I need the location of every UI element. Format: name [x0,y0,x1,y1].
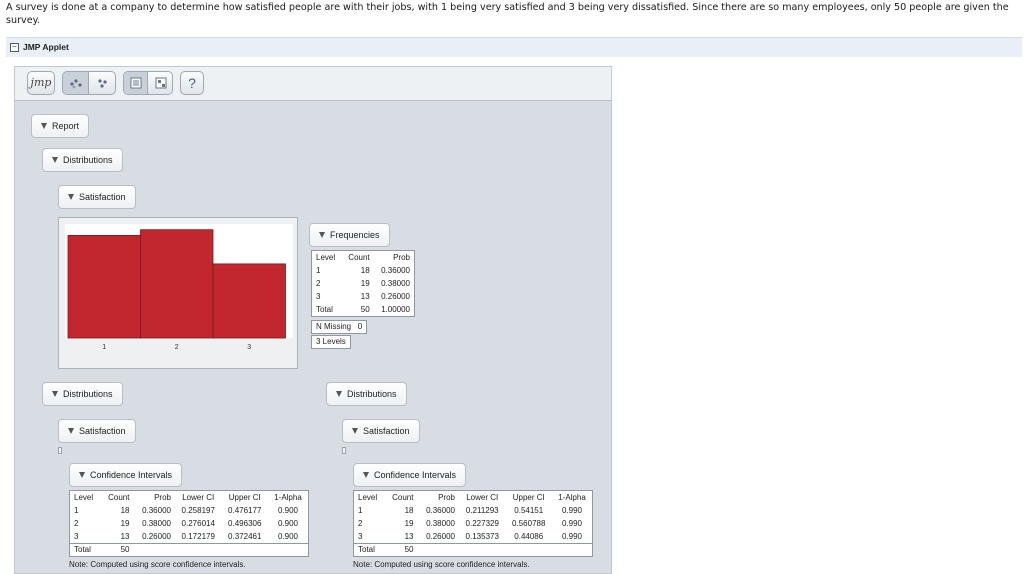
distributions-outline-node-2[interactable]: Distributions [42,382,123,406]
col-header: 1-Alpha [274,493,302,502]
resize-handle[interactable] [342,447,346,454]
disclosure-triangle-icon [336,391,342,397]
distributions-outline-node[interactable]: Distributions [42,148,123,172]
table-row: 3 13 0.26000 0.135373 0.44086 0.990 [358,531,582,541]
ci-note-left: Note: Computed using score confidence in… [69,560,246,569]
table-row: Total 50 [354,542,592,556]
points-view-button[interactable] [90,72,116,94]
confidence-intervals-table-left: Level Count Prob Lower CI Upper CI 1-Alp… [69,490,309,557]
col-header: Level [358,493,378,502]
col-header: Prob [154,493,171,502]
table-row: 2 19 0.38000 [316,279,410,288]
histogram-chart: 1 2 3 [58,217,298,369]
confidence-intervals-outline-node[interactable]: Confidence Intervals [69,463,183,487]
disclosure-triangle-icon [79,472,85,478]
col-header: 1-Alpha [558,493,586,502]
col-header: Upper CI [512,493,545,502]
list-icon [130,77,142,89]
disclosure-triangle-icon [52,391,58,397]
table-row: 1 18 0.36000 0.211293 0.54151 0.990 [358,506,582,515]
help-button[interactable]: ? [180,71,204,95]
grid-view-button[interactable] [149,72,173,94]
list-view-button[interactable] [124,72,148,94]
table-row: Total 50 1.00000 [316,305,410,314]
levels-box: 3 Levels [311,335,351,349]
resize-handle[interactable] [58,447,62,454]
col-header: Prob [393,253,410,262]
scatter-view-button[interactable] [63,72,89,94]
disclosure-triangle-icon [363,472,369,478]
applet-header[interactable]: − JMP Applet [6,37,1022,57]
confidence-intervals-outline-node-2[interactable]: Confidence Intervals [353,463,467,487]
confidence-intervals-table-right: Level Count Prob Lower CI Upper CI 1-Alp… [353,490,593,557]
frequencies-table: Level Count Prob 1 18 0.36000 2 19 0.38000 3 13… [311,250,415,317]
col-header: Count [108,493,130,502]
col-header: Level [74,493,94,502]
frequencies-outline-node[interactable]: Frequencies [309,223,390,247]
distributions-outline-node-3[interactable]: Distributions [326,382,407,406]
col-header: Prob [438,493,455,502]
question-text: A survey is done at a company to determi… [6,2,1009,26]
x-tick-label: 2 [175,344,179,351]
jmp-report-window: jmp ? Report Distributions Satisfaction … [14,66,612,574]
table-row: 2 19 0.38000 0.227329 0.560788 0.990 [358,519,582,528]
col-header: Count [348,253,370,262]
table-row: 2 19 0.38000 0.276014 0.496306 0.900 [74,519,298,528]
grid-icon [155,77,167,89]
ci-note-right: Note: Computed using score confidence in… [353,560,530,569]
x-tick-label: 3 [247,344,251,351]
col-header: Lower CI [466,493,499,502]
disclosure-triangle-icon [319,232,325,238]
satisfaction-outline-node-3[interactable]: Satisfaction [342,419,420,443]
histogram-bar-3[interactable] [212,263,286,339]
disclosure-triangle-icon [352,428,358,434]
scatter-icon [70,79,82,89]
disclosure-triangle-icon [68,428,74,434]
col-header: Level [316,253,336,262]
toolbar: jmp ? [15,67,611,101]
col-header: Lower CI [182,493,215,502]
satisfaction-outline-node[interactable]: Satisfaction [58,185,136,209]
n-missing-box: N Missing 0 [311,320,368,334]
table-row: 1 18 0.36000 0.258197 0.476177 0.900 [74,506,298,515]
collapse-icon[interactable]: − [10,43,19,52]
disclosure-triangle-icon [41,123,47,129]
table-toggle-group [123,71,173,95]
table-row: 3 13 0.26000 0.172179 0.372461 0.900 [74,531,298,541]
col-header: Upper CI [228,493,261,502]
histogram-svg: 1 2 3 [65,224,293,351]
graph-toggle-group [62,71,116,95]
histogram-bar-2[interactable] [140,229,214,339]
table-row: 3 13 0.26000 [316,292,410,301]
col-header: Count [392,493,414,502]
jmp-logo-button[interactable]: jmp [27,71,55,95]
histogram-bar-1[interactable] [67,234,141,339]
satisfaction-outline-node-2[interactable]: Satisfaction [58,419,136,443]
points-icon [98,79,107,88]
disclosure-triangle-icon [52,157,58,163]
table-row: Total 50 [70,542,308,556]
disclosure-triangle-icon [68,194,74,200]
x-tick-label: 1 [102,344,106,351]
applet-title: JMP Applet [23,42,69,52]
report-outline-node[interactable]: Report [31,114,90,138]
table-row: 1 18 0.36000 [316,266,410,275]
